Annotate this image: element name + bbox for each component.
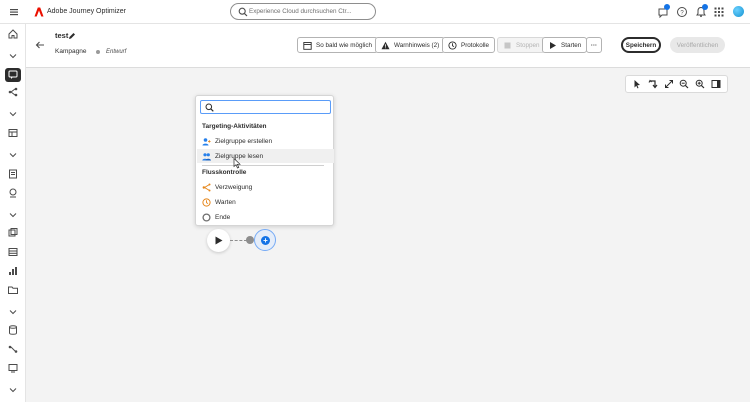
save-button[interactable]: Speichern (621, 37, 661, 53)
section-divider (202, 165, 324, 166)
channels-icon[interactable] (7, 362, 19, 374)
search-icon (238, 7, 248, 17)
adobe-logo-icon[interactable] (34, 7, 44, 17)
play-icon (550, 41, 556, 49)
back-arrow-icon[interactable] (34, 39, 46, 51)
schedule-button[interactable]: So bald wie möglich (297, 37, 379, 53)
svg-text:?: ? (680, 10, 684, 16)
chevron-down-icon[interactable] (7, 384, 19, 396)
edit-pencil-icon[interactable] (68, 32, 76, 40)
clock-history-icon (448, 40, 457, 50)
notification-badge (702, 4, 708, 10)
folder-icon[interactable] (7, 284, 19, 296)
status-text: Entwurf (106, 49, 127, 55)
activity-fork[interactable]: Verzweigung (197, 180, 334, 194)
help-icon[interactable]: ? (676, 6, 688, 18)
start-button[interactable]: Starten (542, 37, 588, 53)
fork-icon (202, 183, 211, 191)
wait-icon (202, 197, 211, 207)
activity-end[interactable]: Ende (197, 210, 334, 224)
save-label: Speichern (625, 41, 657, 49)
campaign-title: test (55, 31, 69, 40)
data-table-icon[interactable] (7, 246, 19, 258)
left-navigation-rail (0, 24, 26, 402)
logs-button[interactable]: Protokolle (442, 37, 496, 53)
warnings-button[interactable]: Warnhinweis (2) (375, 37, 446, 53)
assets-icon[interactable] (7, 227, 19, 239)
user-avatar[interactable] (733, 6, 744, 17)
more-label: ··· (590, 41, 598, 49)
alert-triangle-icon (381, 41, 390, 49)
connector-line (230, 240, 247, 241)
chevron-down-icon[interactable] (7, 50, 19, 62)
mouse-pointer-icon (233, 158, 241, 169)
campaign-header: test Kampagne Entwurf So bald wie möglic… (26, 24, 750, 68)
section-targeting-activities: Targeting-Aktivitäten (202, 123, 267, 130)
search-icon (205, 103, 214, 112)
activity-wait[interactable]: Warten (197, 195, 334, 209)
chevron-down-icon[interactable] (7, 209, 19, 221)
status-dot (96, 50, 100, 54)
top-bar: Adobe Journey Optimizer Experience Cloud… (0, 0, 750, 24)
campaign-type: Kampagne (55, 48, 87, 55)
start-node[interactable] (207, 229, 230, 252)
stop-label: Stoppen (516, 41, 540, 49)
reports-icon[interactable] (7, 168, 19, 180)
calendar-icon (303, 41, 312, 50)
start-label: Starten (561, 41, 582, 49)
campaigns-icon[interactable] (5, 68, 21, 82)
workflow-icon[interactable] (7, 343, 19, 355)
section-flow-control: Flusskontrolle (202, 169, 247, 176)
canvas-toolbar (625, 75, 728, 93)
build-audience-icon (202, 137, 211, 145)
global-search-input[interactable]: Experience Cloud durchsuchen Ctr... (230, 3, 376, 20)
activity-label: Zielgruppe erstellen (215, 137, 273, 145)
news-badge (664, 4, 670, 10)
zoom-out-icon[interactable] (679, 79, 689, 89)
activity-picker-popover: Targeting-Aktivitäten Zielgruppe erstell… (195, 95, 334, 226)
read-audience-icon (202, 152, 211, 160)
connector-endpoint (246, 236, 254, 244)
activity-label: Ende (215, 213, 231, 221)
play-icon (215, 236, 223, 245)
activity-build-audience[interactable]: Zielgruppe erstellen (197, 134, 334, 148)
apps-grid-icon[interactable] (713, 6, 725, 18)
workflow-canvas[interactable] (26, 68, 750, 402)
schedule-label: So bald wie möglich (316, 41, 373, 49)
fit-to-screen-icon[interactable] (664, 79, 674, 89)
publish-label: Veröffentlichen (676, 41, 719, 49)
redirect-arrow-icon[interactable] (648, 79, 658, 89)
more-actions-button[interactable]: ··· (586, 37, 602, 53)
chevron-down-icon[interactable] (7, 306, 19, 318)
activity-search-input[interactable] (200, 100, 331, 114)
properties-panel-icon[interactable] (711, 79, 721, 89)
pointer-select-icon[interactable] (632, 79, 642, 89)
chevron-down-icon[interactable] (7, 108, 19, 120)
activity-label: Warten (215, 198, 236, 206)
stop-button[interactable]: Stoppen (497, 37, 546, 53)
app-name[interactable]: Adobe Journey Optimizer (47, 8, 126, 15)
publish-button[interactable]: Veröffentlichen (670, 37, 725, 53)
offers-icon[interactable] (7, 187, 19, 199)
search-placeholder: Experience Cloud durchsuchen Ctr... (249, 8, 352, 15)
end-icon (202, 212, 211, 222)
hamburger-menu-icon[interactable] (8, 6, 20, 18)
warnings-label: Warnhinweis (2) (394, 41, 440, 49)
analytics-bar-icon[interactable] (7, 265, 19, 277)
stop-square-icon (504, 42, 511, 48)
add-activity-node[interactable]: + (254, 229, 276, 251)
home-icon[interactable] (7, 28, 19, 40)
chevron-down-icon[interactable] (7, 149, 19, 161)
logs-label: Protokolle (461, 41, 490, 49)
activity-read-audience[interactable]: Zielgruppe lesen (197, 149, 334, 163)
activity-label: Verzweigung (215, 183, 253, 191)
zoom-in-icon[interactable] (695, 79, 705, 89)
journeys-icon[interactable] (7, 86, 19, 98)
plus-icon: + (261, 236, 270, 245)
content-templates-icon[interactable] (7, 127, 19, 139)
database-icon[interactable] (7, 324, 19, 336)
